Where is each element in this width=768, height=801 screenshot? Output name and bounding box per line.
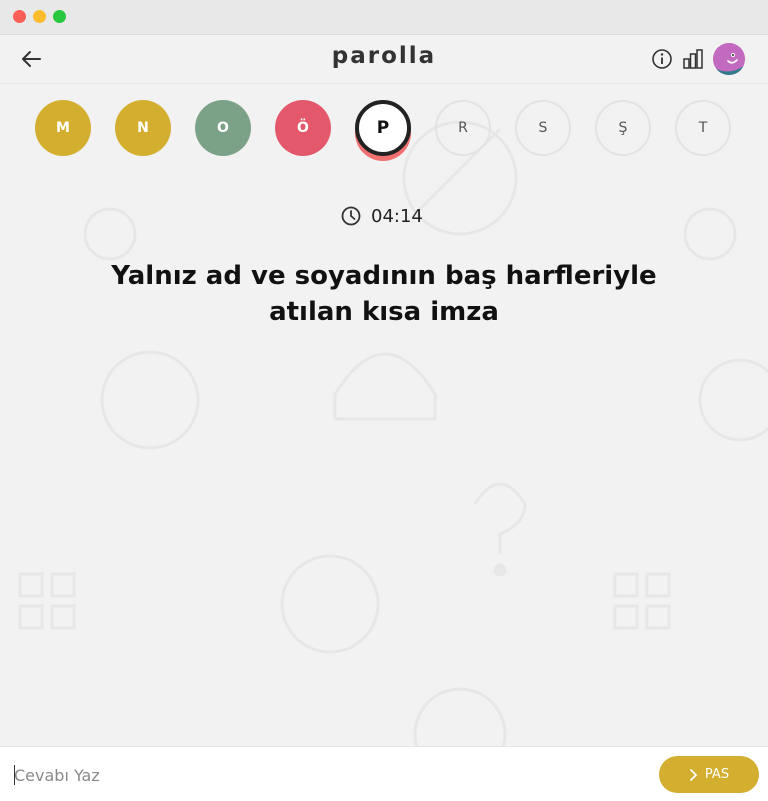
- timer: 04:14: [340, 203, 423, 229]
- letter-correct: M: [35, 100, 91, 156]
- app-header: parolla: [0, 35, 768, 84]
- close-window-button[interactable]: [13, 10, 26, 23]
- timer-value: 04:14: [371, 205, 423, 227]
- letter-wrong: Ö: [275, 100, 331, 156]
- letter-pending: S: [515, 100, 571, 156]
- info-icon[interactable]: [650, 47, 674, 71]
- avatar[interactable]: [713, 43, 745, 75]
- answer-bar: PAS: [0, 746, 768, 801]
- letter-right: O: [195, 100, 251, 156]
- letter-progress: MNOÖPRSŞT: [0, 100, 768, 170]
- question-line-2: atılan kısa imza: [269, 297, 499, 327]
- minimize-window-button[interactable]: [33, 10, 46, 23]
- chevron-right-icon: [690, 768, 697, 781]
- letter-pending: Ş: [595, 100, 651, 156]
- letter-correct: N: [115, 100, 171, 156]
- pass-button-label: PAS: [704, 767, 730, 782]
- letter-pending: R: [435, 100, 491, 156]
- question-line-1: Yalnız ad ve soyadının baş harfleriyle: [111, 261, 657, 291]
- stats-icon[interactable]: [681, 47, 705, 71]
- window-titlebar: [0, 0, 768, 35]
- letter-pending: T: [675, 100, 731, 156]
- text-caret: [14, 765, 15, 785]
- letter-current: P: [355, 100, 411, 156]
- clock-icon: [341, 206, 361, 226]
- maximize-window-button[interactable]: [53, 10, 66, 23]
- question-text: Yalnız ad ve soyadının baş harfleriyle a…: [60, 258, 708, 330]
- answer-input[interactable]: [12, 759, 576, 791]
- pass-button[interactable]: PAS: [659, 756, 759, 793]
